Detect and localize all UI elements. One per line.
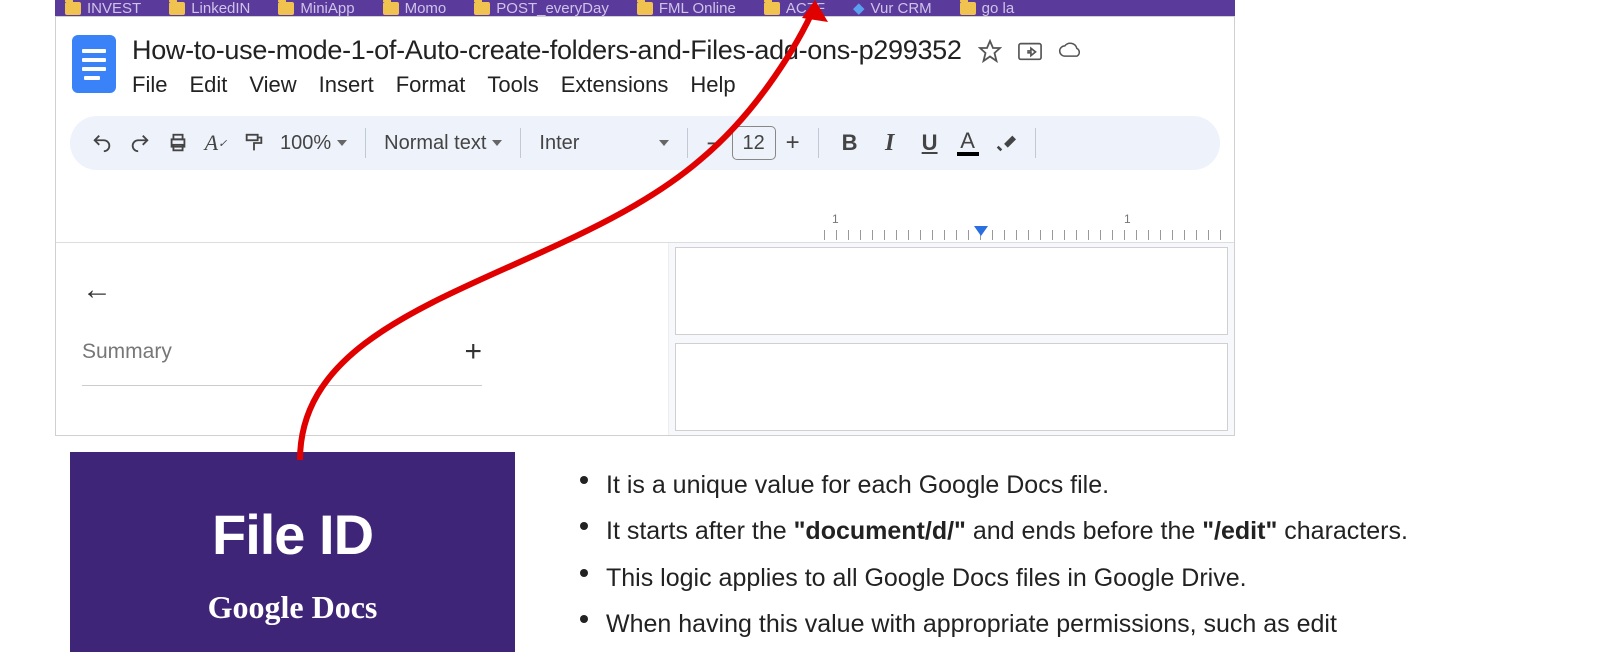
bookmark-label: Vur CRM [871,0,932,16]
outline-panel: ← Summary + [56,243,669,435]
folder-icon [474,2,490,15]
file-id-callout: File ID Google Docs [70,452,515,652]
bookmark-label: LinkedIN [191,0,250,16]
zoom-value: 100% [280,132,331,155]
highlight-icon[interactable] [993,131,1017,155]
print-icon[interactable] [166,131,190,155]
menu-help[interactable]: Help [690,72,735,98]
bookmark-label: INVEST [87,0,141,16]
font-size-control: − 12 + [706,126,799,160]
ruler-number: 1 [1124,212,1131,226]
underline-button[interactable]: U [917,130,943,156]
bookmark-item[interactable]: go la [960,0,1015,16]
bullet-item: When having this value with appropriate … [580,601,1480,647]
bookmark-item[interactable]: LinkedIN [169,0,250,16]
bookmark-label: Momo [405,0,447,16]
formatting-toolbar: A✓ 100% Normal text Inter − 12 + B I U A [70,116,1220,170]
menu-tools[interactable]: Tools [487,72,538,98]
horizontal-ruler[interactable]: 1 1 [824,212,1234,242]
doc-header: How-to-use-mode-1-of-Auto-create-folders… [56,17,1234,106]
bookmark-label: FML Online [659,0,736,16]
google-docs-window: How-to-use-mode-1-of-Auto-create-folders… [55,16,1235,436]
folder-icon [65,2,81,15]
redo-icon[interactable] [128,131,152,155]
menu-view[interactable]: View [249,72,296,98]
callout-title: File ID [70,502,515,567]
font-dropdown[interactable]: Inter [539,132,669,155]
add-summary-icon[interactable]: + [464,335,482,369]
chevron-down-icon [337,140,347,146]
bookmark-item[interactable]: MiniApp [278,0,354,16]
browser-bookmark-bar: INVEST LinkedIN MiniApp Momo POST_everyD… [55,0,1235,16]
font-size-input[interactable]: 12 [732,126,776,160]
font-size-increase[interactable]: + [786,129,800,157]
folder-icon [383,2,399,15]
bullet-item: It starts after the "document/d/" and en… [580,508,1480,554]
back-arrow-icon[interactable]: ← [82,273,642,307]
page-thumbnail[interactable] [675,343,1228,431]
document-title[interactable]: How-to-use-mode-1-of-Auto-create-folders… [132,35,962,66]
menu-file[interactable]: File [132,72,167,98]
bookmark-item[interactable]: POST_everyDay [474,0,609,16]
bookmark-label: MiniApp [300,0,354,16]
chevron-down-icon [492,140,502,146]
menu-insert[interactable]: Insert [319,72,374,98]
style-value: Normal text [384,132,486,155]
star-icon[interactable] [978,39,1002,63]
menu-edit[interactable]: Edit [189,72,227,98]
bookmark-item[interactable]: ◆Vur CRM [853,0,932,16]
bold-button[interactable]: B [837,130,863,156]
bookmark-item[interactable]: INVEST [65,0,141,16]
explanation-bullets: It is a unique value for each Google Doc… [580,462,1480,647]
text-color-button[interactable]: A [957,130,979,156]
bullet-item: It is a unique value for each Google Doc… [580,462,1480,508]
bookmark-item[interactable]: ACZF [764,0,825,16]
italic-button[interactable]: I [877,130,903,157]
document-pages [669,243,1234,435]
paint-format-icon[interactable] [242,131,266,155]
bookmark-label: POST_everyDay [496,0,609,16]
zoom-dropdown[interactable]: 100% [280,132,347,155]
menu-extensions[interactable]: Extensions [561,72,669,98]
folder-icon [637,2,653,15]
document-body: ← Summary + [56,242,1234,435]
font-value: Inter [539,132,579,155]
move-icon[interactable] [1018,39,1042,63]
font-size-decrease[interactable]: − [706,128,721,159]
callout-subtitle: Google Docs [70,589,515,626]
folder-icon [278,2,294,15]
folder-icon [169,2,185,15]
spellcheck-icon[interactable]: A✓ [204,131,228,155]
undo-icon[interactable] [90,131,114,155]
folder-icon [764,2,780,15]
folder-icon [960,2,976,15]
page-thumbnail[interactable] [675,247,1228,335]
bookmark-item[interactable]: FML Online [637,0,736,16]
google-docs-icon[interactable] [72,35,116,93]
paragraph-style-dropdown[interactable]: Normal text [384,132,502,155]
bookmark-item[interactable]: Momo [383,0,447,16]
bullet-item: This logic applies to all Google Docs fi… [580,555,1480,601]
ruler-number: 1 [832,212,839,226]
cloud-saved-icon[interactable] [1058,39,1082,63]
chevron-down-icon [659,140,669,146]
indent-marker-icon[interactable] [974,226,988,236]
summary-label: Summary [82,340,172,364]
menu-format[interactable]: Format [396,72,466,98]
bookmark-label: go la [982,0,1015,16]
menu-bar: File Edit View Insert Format Tools Exten… [132,72,1218,98]
bookmark-label: ACZF [786,0,825,16]
